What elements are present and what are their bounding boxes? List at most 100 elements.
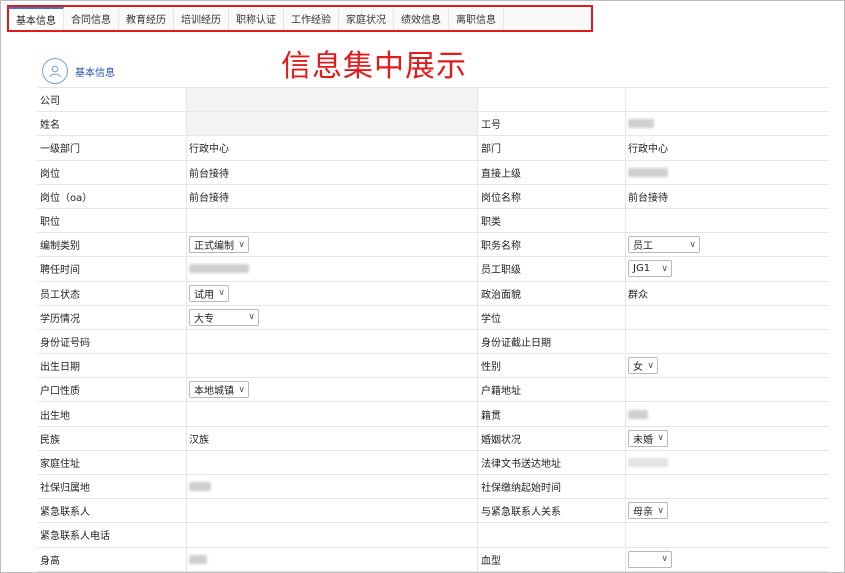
tab-bar: 基本信息 合同信息 教育经历 培训经历 职称认证 工作经验 家庭状况 绩效信息 …: [7, 5, 593, 32]
table-row: 聘任时间 员工职级 JG1 ∨: [37, 257, 829, 282]
field-label: 工号: [481, 120, 501, 132]
table-row: 公司: [37, 88, 829, 113]
table-row: 身高 血型 ∨: [37, 547, 829, 572]
field-label: 身高: [40, 555, 60, 567]
table-row: 编制类别 正式编制 ∨ 职务名称 员工 ∨: [37, 233, 829, 258]
select-value: 试用: [194, 289, 214, 301]
field-label: 身份证截止日期: [481, 337, 551, 349]
field-label: [478, 88, 625, 111]
field-value: [186, 402, 478, 426]
table-row: 紧急联系人电话: [37, 523, 829, 548]
field-value: [186, 354, 478, 378]
select-value: 女: [633, 362, 643, 374]
chevron-down-icon: ∨: [657, 433, 664, 444]
redacted-value: [628, 457, 668, 467]
page-headline: 信息集中展示: [281, 49, 467, 84]
field-label: 一级部门: [40, 144, 80, 156]
tab-work-experience[interactable]: 工作经验: [284, 7, 339, 30]
emergency-relation-select[interactable]: 母亲 ∨: [628, 502, 668, 520]
field-label: 社保缴纳起始时间: [481, 483, 561, 495]
redacted-value: [189, 264, 249, 274]
field-value: [625, 305, 829, 329]
tab-resignation[interactable]: 离职信息: [449, 7, 504, 30]
field-value: [186, 329, 478, 354]
table-row: 出生日期 性别 女 ∨: [37, 354, 829, 379]
field-label: 学位: [481, 313, 501, 325]
staffing-type-select[interactable]: 正式编制 ∨: [189, 236, 249, 254]
field-value: [186, 257, 478, 281]
field-value[interactable]: [186, 112, 478, 136]
marital-status-select[interactable]: 未婚 ∨: [628, 429, 668, 447]
field-value: [625, 112, 829, 136]
field-label: 学历情况: [40, 313, 80, 325]
field-label: 聘任时间: [40, 265, 80, 277]
field-value: 本地城镇 ∨: [186, 378, 478, 402]
redacted-value: [628, 167, 668, 177]
field-value[interactable]: [186, 88, 478, 112]
field-value: [625, 329, 829, 354]
tab-contract-info[interactable]: 合同信息: [64, 7, 119, 30]
field-value: [625, 208, 829, 233]
tab-family[interactable]: 家庭状况: [339, 7, 394, 30]
household-type-select[interactable]: 本地城镇 ∨: [189, 381, 249, 399]
field-value: 前台接待: [186, 184, 478, 208]
field-label: 公司: [40, 96, 60, 108]
field-label: 民族: [40, 434, 60, 446]
job-title-select[interactable]: 员工 ∨: [628, 236, 700, 254]
table-row: 社保归属地 社保缴纳起始时间: [37, 475, 829, 500]
table-row: 家庭住址 法律文书送达地址: [37, 450, 829, 475]
chevron-down-icon: ∨: [248, 312, 255, 323]
tab-education[interactable]: 教育经历: [119, 7, 174, 30]
field-label: 员工职级: [481, 265, 521, 277]
field-label: 出生日期: [40, 362, 80, 374]
redacted-value: [628, 409, 648, 419]
select-value: 正式编制: [194, 241, 234, 253]
chevron-down-icon: ∨: [661, 263, 668, 274]
chevron-down-icon: ∨: [218, 288, 225, 299]
field-value: [186, 499, 478, 523]
education-select[interactable]: 大专 ∨: [189, 308, 259, 326]
field-label: 户籍地址: [481, 386, 521, 398]
field-label: 紧急联系人电话: [40, 531, 110, 543]
redacted-value: [189, 554, 207, 564]
table-row: 紧急联系人 与紧急联系人关系 母亲 ∨: [37, 499, 829, 524]
section-title: 基本信息: [75, 67, 115, 79]
table-row: 学历情况 大专 ∨ 学位: [37, 305, 829, 330]
tab-performance[interactable]: 绩效信息: [394, 7, 449, 30]
select-value: 员工: [633, 241, 653, 253]
tab-training[interactable]: 培训经历: [174, 7, 229, 30]
field-value: [186, 523, 478, 547]
field-value: 女 ∨: [625, 354, 829, 378]
job-grade-select[interactable]: JG1 ∨: [628, 260, 672, 278]
field-value: 未婚 ∨: [625, 426, 829, 450]
field-value: [625, 402, 829, 426]
table-row: 民族 汉族 婚姻状况 未婚 ∨: [37, 426, 829, 451]
field-value: 行政中心: [625, 136, 829, 160]
field-label: 社保归属地: [40, 483, 90, 495]
field-label: 岗位（oa）: [40, 192, 93, 204]
field-value: [186, 547, 478, 571]
field-label: 岗位: [40, 168, 60, 180]
field-label: 出生地: [40, 410, 70, 422]
employee-status-select[interactable]: 试用 ∨: [189, 284, 229, 302]
field-value: 群众: [625, 281, 829, 305]
blood-type-select[interactable]: ∨: [628, 550, 672, 568]
table-row: 户口性质 本地城镇 ∨ 户籍地址: [37, 378, 829, 403]
gender-select[interactable]: 女 ∨: [628, 357, 658, 375]
tab-basic-info[interactable]: 基本信息: [9, 7, 64, 30]
field-label: 职务名称: [481, 241, 521, 253]
field-label: 婚姻状况: [481, 434, 521, 446]
table-row: 一级部门 行政中心 部门 行政中心: [37, 136, 829, 161]
table-row: 职位 职类: [37, 208, 829, 234]
field-label: 家庭住址: [40, 458, 80, 470]
field-label: 身份证号码: [40, 337, 90, 349]
field-label: 姓名: [40, 120, 60, 132]
table-row: 姓名 工号: [37, 112, 829, 137]
select-value: 大专: [194, 313, 214, 325]
table-row: 身份证号码 身份证截止日期: [37, 329, 829, 355]
field-label: 法律文书送达地址: [481, 458, 561, 470]
field-label: 职类: [481, 217, 501, 229]
tab-title-certification[interactable]: 职称认证: [229, 7, 284, 30]
field-value: [186, 208, 478, 233]
field-label: 性别: [481, 362, 501, 374]
